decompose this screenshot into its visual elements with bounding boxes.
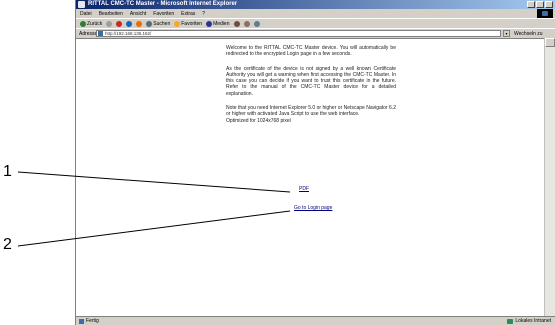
- minimize-button[interactable]: [527, 1, 535, 8]
- welcome-text: Welcome to the RITTAL CMC-TC Master devi…: [226, 45, 396, 124]
- title-bar: RITTAL CMC-TC Master - Microsoft Interne…: [76, 0, 555, 9]
- page-icon: [98, 31, 103, 36]
- home-button[interactable]: [136, 21, 143, 27]
- refresh-button[interactable]: [126, 21, 133, 27]
- stop-button[interactable]: [116, 21, 123, 27]
- browser-window: RITTAL CMC-TC Master - Microsoft Interne…: [75, 0, 555, 325]
- favorites-label: Favoriten: [181, 21, 203, 27]
- home-icon: [136, 21, 143, 27]
- close-button[interactable]: [545, 1, 553, 8]
- page-status-icon: [79, 318, 84, 324]
- address-url: http://192.168.135.162/: [105, 31, 152, 36]
- address-label: Adresse: [79, 31, 98, 37]
- address-dropdown-button[interactable]: ▾: [503, 30, 510, 37]
- menu-view[interactable]: Ansicht: [130, 11, 146, 17]
- maximize-button[interactable]: [536, 1, 544, 8]
- search-icon: [146, 21, 153, 27]
- windows-flag-icon: [537, 9, 553, 18]
- back-button[interactable]: Zurück: [80, 21, 102, 27]
- back-arrow-icon: [80, 21, 86, 27]
- mail-icon: [243, 21, 250, 27]
- menu-favorites[interactable]: Favoriten: [153, 11, 174, 17]
- forward-arrow-icon: [106, 21, 113, 27]
- back-label: Zurück: [87, 21, 103, 27]
- status-text: Fertig: [86, 318, 99, 324]
- window-title: RITTAL CMC-TC Master - Microsoft Interne…: [88, 1, 238, 7]
- go-button[interactable]: Wechseln zu: [514, 31, 543, 37]
- forward-button[interactable]: [106, 21, 113, 27]
- media-label: Medien: [213, 21, 230, 27]
- callout-1: 1: [3, 163, 12, 180]
- address-input[interactable]: http://192.168.135.162/: [96, 30, 501, 37]
- menu-file[interactable]: Datei: [80, 11, 92, 17]
- welcome-paragraph: Welcome to the RITTAL CMC-TC Master devi…: [226, 45, 396, 58]
- ie-icon: [78, 1, 85, 8]
- search-button[interactable]: Suchen: [146, 21, 170, 27]
- menu-edit[interactable]: Bearbeiten: [99, 11, 123, 17]
- mail-button[interactable]: [243, 21, 250, 27]
- menu-help[interactable]: ?: [202, 11, 205, 17]
- callout-2: 2: [3, 236, 12, 253]
- refresh-icon: [126, 21, 133, 27]
- browser-note-paragraph: Note that you need Internet Explorer 5.0…: [226, 105, 396, 118]
- vertical-scrollbar[interactable]: [544, 38, 555, 317]
- resolution-note: Optimized for 1024x768 pixel: [226, 117, 291, 124]
- scroll-up-button[interactable]: [545, 38, 555, 47]
- menu-tools[interactable]: Extras: [181, 11, 195, 17]
- login-page-link[interactable]: Go to Login page: [294, 205, 332, 211]
- favorites-button[interactable]: Favoriten: [174, 21, 202, 27]
- search-label: Suchen: [153, 21, 171, 27]
- history-icon: [233, 21, 240, 27]
- print-button[interactable]: [253, 21, 260, 27]
- status-bar: Fertig Lokales Intranet: [76, 316, 555, 325]
- zone-text: Lokales Intranet: [515, 318, 551, 324]
- menu-bar: Datei Bearbeiten Ansicht Favoriten Extra…: [76, 9, 555, 18]
- intranet-zone-icon: [507, 318, 514, 324]
- print-icon: [253, 21, 260, 27]
- pdf-link[interactable]: PDF: [299, 186, 309, 192]
- media-button[interactable]: Medien: [206, 21, 230, 27]
- stop-icon: [116, 21, 123, 27]
- history-button[interactable]: [233, 21, 240, 27]
- window-controls: [527, 1, 553, 8]
- star-icon: [174, 21, 181, 27]
- media-icon: [206, 21, 213, 27]
- certificate-paragraph: As the certificate of the device is not …: [226, 65, 396, 97]
